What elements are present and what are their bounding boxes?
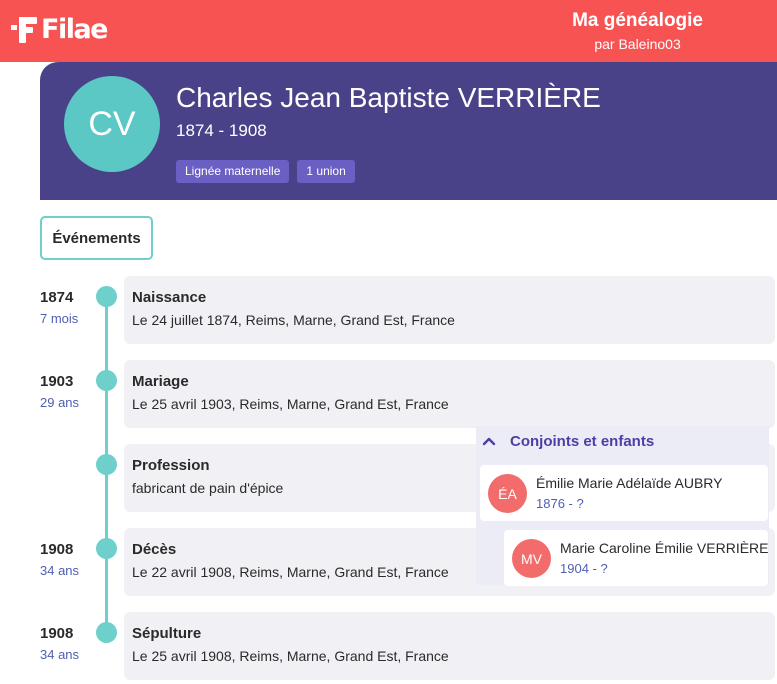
chevron-up-icon xyxy=(482,437,496,446)
page-owner: par Baleino03 xyxy=(594,36,681,52)
event-detail: Le 25 avril 1903, Reims, Marne, Grand Es… xyxy=(132,396,449,412)
event-card-naissance[interactable]: Naissance Le 24 juillet 1874, Reims, Mar… xyxy=(124,276,775,344)
page-title: Ma généalogie xyxy=(572,10,703,31)
spouse-card[interactable]: ÉA Émilie Marie Adélaïde AUBRY 1876 - ? xyxy=(480,465,768,521)
badge-unions[interactable]: 1 union xyxy=(297,160,355,183)
event-year: 1903 xyxy=(40,373,74,390)
family-panel-title: Conjoints et enfants xyxy=(510,432,655,450)
event-age: 34 ans xyxy=(40,647,80,662)
spouse-dates: 1876 - ? xyxy=(536,496,584,511)
event-title: Sépulture xyxy=(132,625,202,642)
timeline-dot xyxy=(96,538,117,559)
person-dates: 1874 - 1908 xyxy=(176,121,267,140)
site-title: Ma généalogie par Baleino03 xyxy=(572,10,703,56)
spouse-name: Émilie Marie Adélaïde AUBRY xyxy=(536,475,723,491)
person-banner: CV Charles Jean Baptiste VERRIÈRE 1874 -… xyxy=(40,62,777,200)
event-card-sepulture[interactable]: Sépulture Le 25 avril 1908, Reims, Marne… xyxy=(124,612,775,680)
person-name: Charles Jean Baptiste VERRIÈRE xyxy=(176,82,601,113)
person-badges: Lignée maternelle 1 union xyxy=(176,160,355,183)
timeline-dot xyxy=(96,454,117,475)
event-detail: fabricant de pain d'épice xyxy=(132,480,284,496)
event-year: 1874 xyxy=(40,289,74,306)
timeline-dot xyxy=(96,370,117,391)
event-age: 29 ans xyxy=(40,395,80,410)
child-card[interactable]: MV Marie Caroline Émilie VERRIÈRE 1904 -… xyxy=(504,530,769,586)
event-year: 1908 xyxy=(40,541,74,558)
person-avatar: CV xyxy=(64,76,160,172)
event-title: Profession xyxy=(132,457,210,474)
timeline-dot xyxy=(96,286,117,307)
top-bar: Filae Ma généalogie par Baleino03 xyxy=(0,0,777,62)
event-year: 1908 xyxy=(40,625,74,642)
events-tab[interactable]: Événements xyxy=(40,216,153,260)
event-card-mariage[interactable]: Mariage Le 25 avril 1903, Reims, Marne, … xyxy=(124,360,775,428)
badge-lineage[interactable]: Lignée maternelle xyxy=(176,160,290,183)
event-detail: Le 25 avril 1908, Reims, Marne, Grand Es… xyxy=(132,648,449,664)
event-title: Mariage xyxy=(132,373,189,390)
event-title: Décès xyxy=(132,541,177,558)
filae-logo-icon xyxy=(11,17,37,43)
logo-text: Filae xyxy=(41,14,109,45)
child-name: Marie Caroline Émilie VERRIÈRE xyxy=(560,540,769,556)
event-age: 34 ans xyxy=(40,563,80,578)
event-title: Naissance xyxy=(132,289,207,306)
filae-logo[interactable]: Filae xyxy=(10,13,109,47)
timeline-dot xyxy=(96,622,117,643)
event-detail: Le 24 juillet 1874, Reims, Marne, Grand … xyxy=(132,312,455,328)
avatar: MV xyxy=(512,539,551,578)
event-detail: Le 22 avril 1908, Reims, Marne, Grand Es… xyxy=(132,564,449,580)
event-age: 7 mois xyxy=(40,311,79,326)
avatar: ÉA xyxy=(488,474,527,513)
family-panel-toggle[interactable]: Conjoints et enfants xyxy=(482,430,654,452)
family-panel: Conjoints et enfants ÉA Émilie Marie Adé… xyxy=(476,426,769,586)
child-dates: 1904 - ? xyxy=(560,561,608,576)
